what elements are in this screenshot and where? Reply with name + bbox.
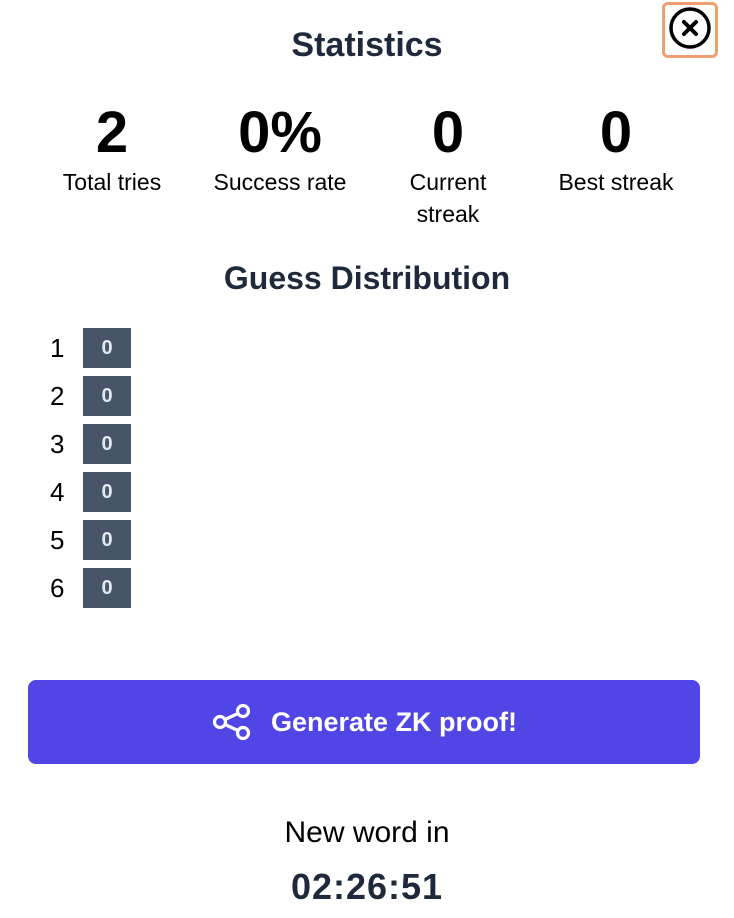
stat-best-streak: 0 Best streak: [532, 100, 700, 198]
guess-number: 2: [50, 380, 65, 411]
distribution-row: 3 0: [50, 424, 131, 464]
generate-zk-proof-label: Generate ZK proof!: [270, 706, 518, 737]
stat-label: Total tries: [62, 169, 162, 195]
modal-title: Statistics: [291, 26, 443, 64]
generate-zk-proof-button[interactable]: Generate ZK proof!: [28, 680, 700, 764]
distribution-title: Guess Distribution: [223, 260, 511, 296]
share-icon: [211, 704, 253, 740]
stats-row: 2 Total tries 0% Success rate 0 Current …: [28, 100, 700, 240]
guess-number: 1: [50, 332, 65, 363]
guess-count-bar: 0: [83, 568, 131, 608]
guess-number: 3: [50, 428, 65, 459]
stat-label: Best streak: [558, 169, 674, 195]
guess-number: 5: [50, 524, 65, 555]
guess-count-bar: 0: [83, 472, 131, 512]
stat-value: 2: [95, 100, 129, 165]
guess-number: 6: [50, 572, 65, 603]
stat-success-rate: 0% Success rate: [196, 100, 364, 198]
stat-value: 0: [431, 100, 465, 165]
guess-count-bar: 0: [83, 520, 131, 560]
countdown-timer: 02:26:51: [290, 866, 444, 907]
stat-label: Current streak: [409, 169, 487, 227]
stat-total-tries: 2 Total tries: [28, 100, 196, 198]
distribution-row: 6 0: [50, 568, 131, 608]
guess-distribution: 1 0 2 0 3 0 4 0 5 0 6 0: [50, 328, 131, 616]
stat-value: 0%: [238, 100, 322, 165]
stat-current-streak: 0 Current streak: [393, 100, 503, 230]
new-word-label: New word in: [284, 816, 450, 849]
distribution-row: 4 0: [50, 472, 131, 512]
distribution-row: 5 0: [50, 520, 131, 560]
guess-count-bar: 0: [83, 328, 131, 368]
stat-value: 0: [599, 100, 633, 165]
stat-label: Success rate: [213, 169, 347, 195]
distribution-row: 2 0: [50, 376, 131, 416]
distribution-row: 1 0: [50, 328, 131, 368]
guess-count-bar: 0: [83, 424, 131, 464]
guess-number: 4: [50, 476, 65, 507]
guess-count-bar: 0: [83, 376, 131, 416]
